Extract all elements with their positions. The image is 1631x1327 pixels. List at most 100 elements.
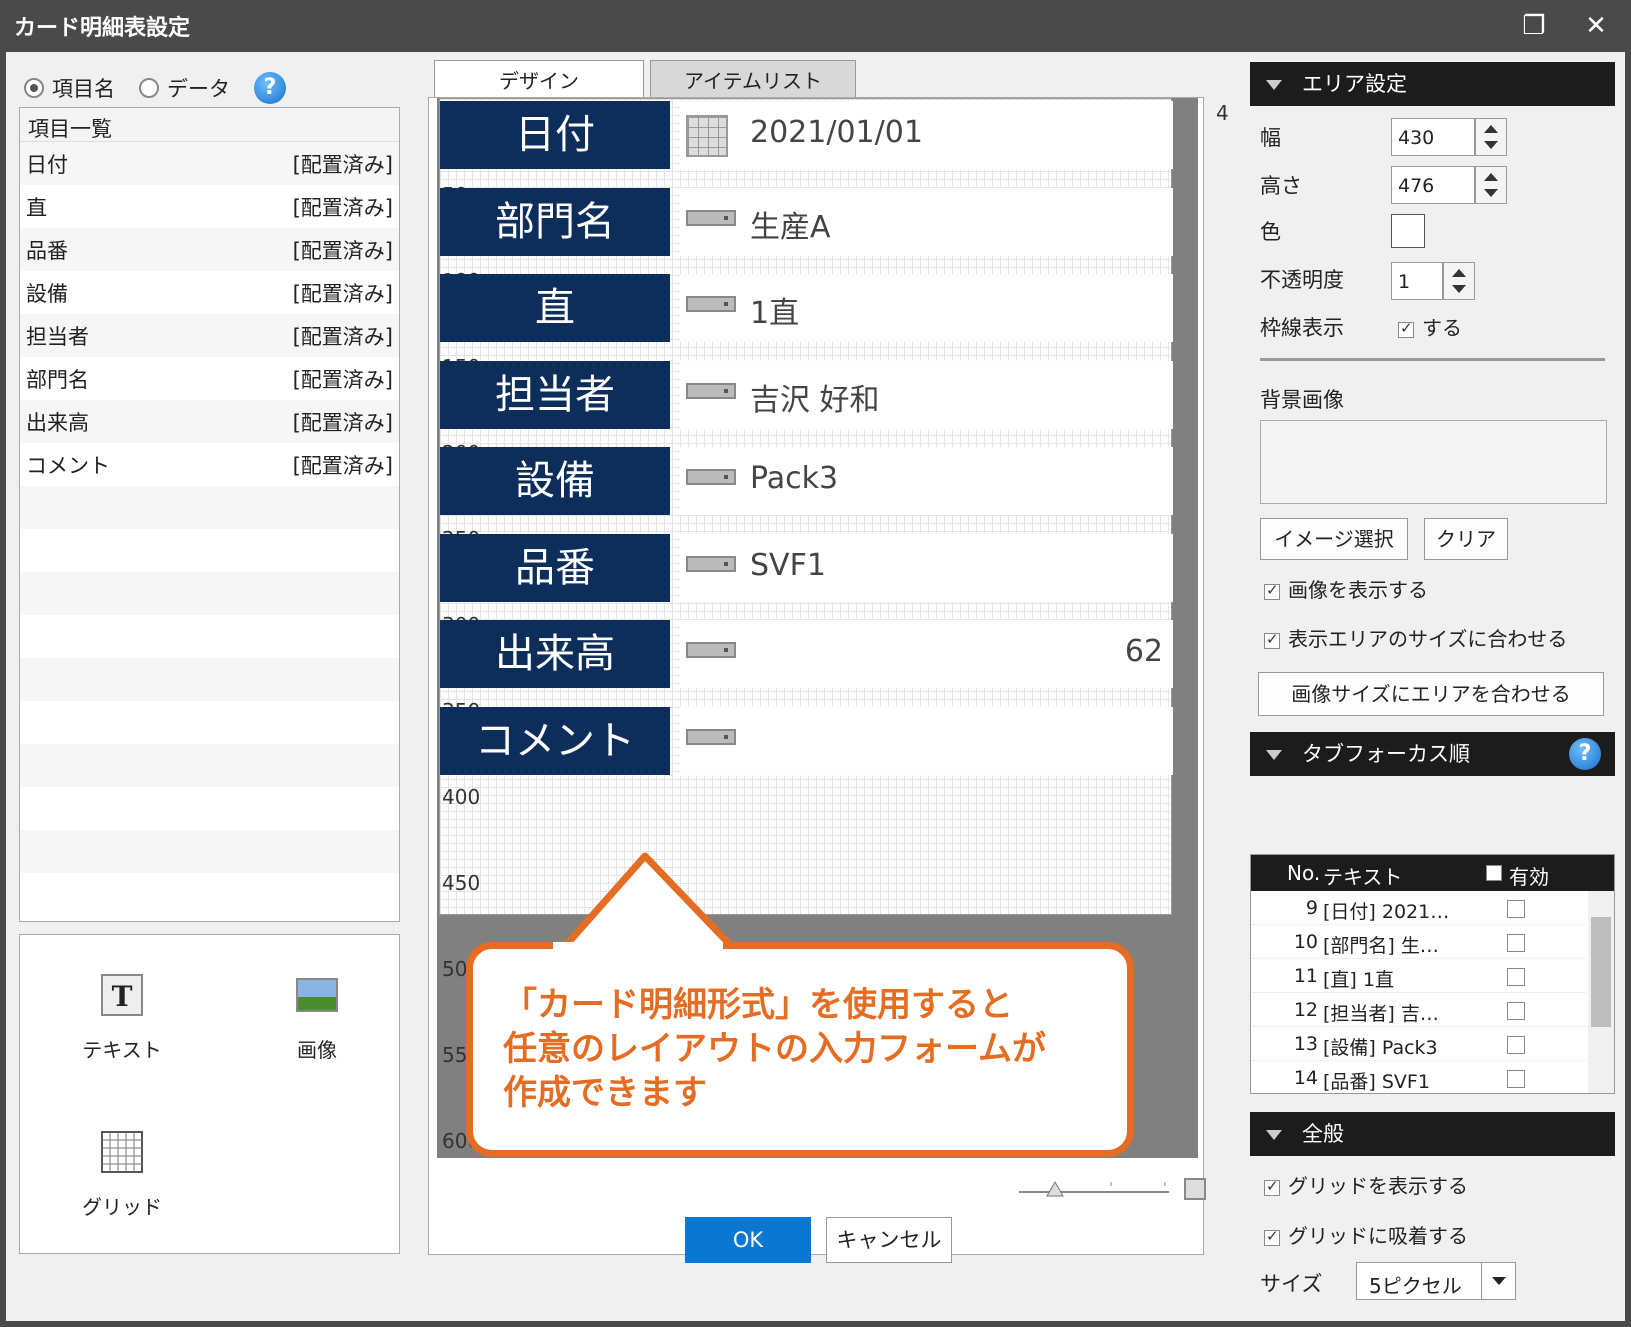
table-scrollbar[interactable] xyxy=(1588,891,1614,1093)
show-grid-checkbox[interactable]: グリッドを表示する xyxy=(1264,1170,1468,1199)
svg-text:T: T xyxy=(112,980,133,1013)
list-item xyxy=(20,873,399,916)
list-item[interactable]: コメント [配置済み] xyxy=(20,443,399,486)
border-label: 枠線表示 xyxy=(1260,316,1344,340)
tool-image[interactable]: 画像 xyxy=(257,973,377,1063)
height-spinner[interactable] xyxy=(1475,166,1507,204)
help-icon[interactable]: ? xyxy=(1569,738,1601,770)
row-text: [日付] 2021… xyxy=(1323,901,1450,923)
border-checkbox[interactable]: する xyxy=(1398,312,1462,341)
width-input[interactable]: 430 xyxy=(1391,118,1475,156)
radio-unselected-icon xyxy=(139,78,159,98)
fit-image-size-button[interactable]: 画像サイズにエリアを合わせる xyxy=(1258,672,1604,716)
cancel-button[interactable]: キャンセル xyxy=(826,1217,952,1263)
radio-item-name[interactable]: 項目名 xyxy=(24,73,115,103)
grid-size-select[interactable]: 5ピクセル xyxy=(1356,1262,1516,1300)
table-row[interactable]: 9 [日付] 2021… xyxy=(1251,891,1586,925)
list-item[interactable]: 担当者 [配置済み] xyxy=(20,314,399,357)
card-label[interactable]: 品番 xyxy=(440,533,670,602)
card-field[interactable]: 62 xyxy=(680,620,1173,688)
item-name: 直 xyxy=(26,195,47,220)
card-area[interactable]: 0501001502002503003504004 50100150200250… xyxy=(439,98,1229,1153)
general-header[interactable]: 全般 xyxy=(1250,1112,1615,1156)
height-input[interactable]: 476 xyxy=(1391,166,1475,204)
card-field[interactable]: 1直 xyxy=(680,274,1173,342)
card-field[interactable] xyxy=(680,706,1173,775)
snap-grid-checkbox[interactable]: グリッドに吸着する xyxy=(1264,1220,1468,1249)
color-label: 色 xyxy=(1260,220,1281,244)
show-image-checkbox[interactable]: 画像を表示する xyxy=(1264,574,1428,603)
area-settings-header[interactable]: エリア設定 xyxy=(1250,62,1615,106)
close-icon[interactable]: ✕ xyxy=(1578,8,1614,44)
help-icon[interactable]: ? xyxy=(254,72,286,104)
fit-to-window-icon[interactable] xyxy=(1184,1178,1206,1200)
ruler-y-tick: 50 xyxy=(442,957,468,981)
card-label[interactable]: 設備 xyxy=(440,447,670,515)
enabled-checkbox[interactable] xyxy=(1507,1036,1525,1054)
textbox-icon xyxy=(686,555,736,572)
grid-tool-icon xyxy=(101,1131,143,1173)
list-item[interactable]: 部門名 [配置済み] xyxy=(20,357,399,400)
textbox-icon xyxy=(686,728,736,745)
opacity-input[interactable]: 1 xyxy=(1391,262,1443,300)
table-row[interactable]: 13 [設備] Pack3 xyxy=(1251,1027,1586,1061)
card-label[interactable]: 日付 xyxy=(440,101,670,169)
radio-selected-icon xyxy=(24,78,44,98)
card-label[interactable]: 直 xyxy=(440,274,670,342)
enabled-checkbox[interactable] xyxy=(1507,968,1525,986)
zoom-slider[interactable] xyxy=(1019,1178,1169,1198)
list-item[interactable]: 出来高 [配置済み] xyxy=(20,400,399,443)
radio-data[interactable]: データ xyxy=(139,73,230,103)
enabled-checkbox[interactable] xyxy=(1507,1002,1525,1020)
scrollbar-thumb[interactable] xyxy=(1591,917,1611,1027)
bg-image-preview xyxy=(1260,420,1607,504)
fit-area-checkbox[interactable]: 表示エリアのサイズに合わせる xyxy=(1264,623,1567,652)
card-label[interactable]: 部門名 xyxy=(440,187,670,256)
tool-text[interactable]: T テキスト xyxy=(62,973,182,1063)
select-image-button[interactable]: イメージ選択 xyxy=(1260,518,1408,560)
restore-icon[interactable]: ❐ xyxy=(1516,8,1552,44)
card-field[interactable]: 吉沢 好和 xyxy=(680,360,1173,429)
list-item[interactable]: 直 [配置済み] xyxy=(20,185,399,228)
table-row[interactable]: 11 [直] 1直 xyxy=(1251,959,1586,993)
color-picker[interactable] xyxy=(1391,214,1425,248)
row-text: [設備] Pack3 xyxy=(1323,1037,1438,1059)
list-item[interactable]: 設備 [配置済み] xyxy=(20,271,399,314)
list-item xyxy=(20,830,399,873)
checkbox-checked-icon xyxy=(1264,1177,1280,1196)
tab-focus-header[interactable]: タブフォーカス順 ? xyxy=(1250,732,1615,776)
tab-itemlist[interactable]: アイテムリスト xyxy=(650,60,856,100)
item-name: 品番 xyxy=(26,238,68,263)
display-mode-radios: 項目名 データ ? xyxy=(24,68,286,108)
enabled-checkbox[interactable] xyxy=(1507,900,1525,918)
card-label[interactable]: 担当者 xyxy=(440,360,670,429)
card-field[interactable]: 2021/01/01 xyxy=(680,101,1173,169)
item-status: [配置済み] xyxy=(292,195,393,220)
table-row[interactable]: 10 [部門名] 生… xyxy=(1251,925,1586,959)
properties-panel: エリア設定 幅 430 高さ 476 色 不透明度 1 枠線表示 する 背景画像… xyxy=(1250,62,1615,1300)
card-label[interactable]: 出来高 xyxy=(440,620,670,688)
chevron-down-icon[interactable] xyxy=(1481,1263,1515,1299)
row-text: [部門名] 生… xyxy=(1323,935,1439,957)
list-item xyxy=(20,529,399,572)
enabled-checkbox[interactable] xyxy=(1507,934,1525,952)
clear-button[interactable]: クリア xyxy=(1424,518,1508,560)
item-name: 部門名 xyxy=(26,367,89,392)
card-field[interactable]: SVF1 xyxy=(680,533,1173,602)
opacity-spinner[interactable] xyxy=(1443,262,1475,300)
tab-design[interactable]: デザイン xyxy=(434,60,644,100)
select-all-checkbox[interactable] xyxy=(1486,865,1502,881)
ok-button[interactable]: OK xyxy=(685,1217,811,1263)
enabled-checkbox[interactable] xyxy=(1507,1070,1525,1088)
width-label: 幅 xyxy=(1260,126,1281,150)
table-row[interactable]: 12 [担当者] 吉… xyxy=(1251,993,1586,1027)
card-label[interactable]: コメント xyxy=(440,706,670,775)
table-row[interactable]: 14 [品番] SVF1 xyxy=(1251,1061,1586,1093)
list-item[interactable]: 日付 [配置済み] xyxy=(20,142,399,185)
tool-grid[interactable]: グリッド xyxy=(62,1130,182,1220)
card-field[interactable]: 生産A xyxy=(680,187,1173,256)
list-item[interactable]: 品番 [配置済み] xyxy=(20,228,399,271)
width-spinner[interactable] xyxy=(1475,118,1507,156)
list-item xyxy=(20,787,399,830)
card-field[interactable]: Pack3 xyxy=(680,447,1173,515)
